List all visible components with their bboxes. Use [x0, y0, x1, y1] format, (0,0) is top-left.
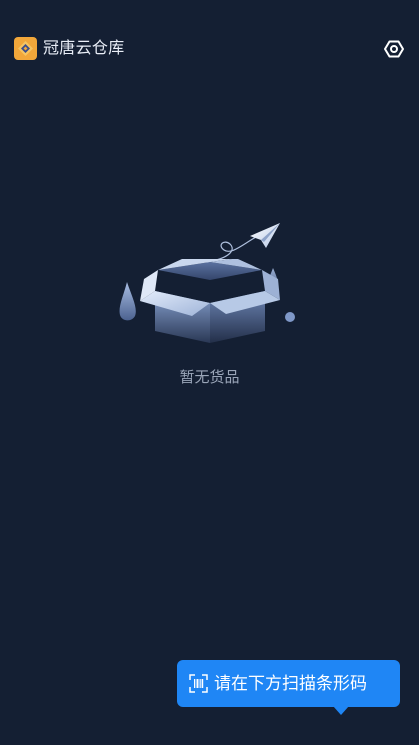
empty-state-message: 暂无货品 — [179, 368, 240, 386]
app-logo-icon — [14, 37, 37, 60]
scan-tip-text: 请在下方扫描条形码 — [214, 673, 367, 694]
scan-barcode-tip[interactable]: 请在下方扫描条形码 — [177, 660, 400, 707]
app-header: 冠唐云仓库 — [0, 0, 419, 96]
settings-button[interactable] — [381, 36, 407, 62]
scan-tip-pointer — [333, 706, 349, 715]
barcode-scan-icon — [189, 674, 208, 693]
empty-box-icon — [119, 223, 295, 343]
settings-icon — [384, 40, 404, 58]
app-title: 冠唐云仓库 — [43, 38, 125, 57]
empty-box-illustration — [110, 215, 310, 355]
